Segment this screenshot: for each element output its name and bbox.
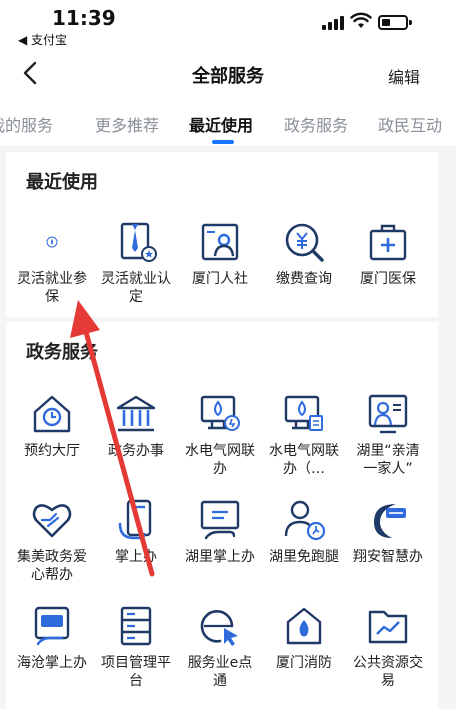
government-building-icon bbox=[114, 392, 158, 436]
status-bar: 11:39 ◀ 支付宝 bbox=[0, 0, 456, 50]
edit-button[interactable]: 编辑 bbox=[388, 64, 420, 88]
back-to-app-link[interactable]: ◀ 支付宝 bbox=[18, 31, 67, 48]
tab-recently-used[interactable]: 最近使用 bbox=[189, 112, 253, 136]
heart-hand-icon bbox=[30, 498, 74, 542]
service-label: 厦门人社 bbox=[192, 271, 248, 287]
service-item-jimei-help[interactable]: 集美政务爱心帮办 bbox=[10, 498, 94, 584]
fire-station-icon bbox=[282, 604, 326, 648]
service-item-huli-no-errands[interactable]: 湖里免跑腿 bbox=[262, 498, 346, 566]
service-label: 公共资源交易 bbox=[353, 655, 423, 689]
service-label: 预约大厅 bbox=[24, 443, 80, 459]
service-label: 灵活就业认定 bbox=[101, 271, 171, 305]
monitor-hand-icon bbox=[198, 498, 242, 542]
status-time: 11:39 bbox=[52, 6, 116, 30]
tab-more-recommended[interactable]: 更多推荐 bbox=[95, 112, 159, 136]
service-label: 项目管理平台 bbox=[101, 655, 171, 689]
service-label: 湖里免跑腿 bbox=[269, 549, 339, 565]
server-rack-icon bbox=[114, 604, 158, 648]
service-item-service-e-point[interactable]: 服务业e点通 bbox=[178, 604, 262, 690]
service-item-haicang-mobile[interactable]: 海沧掌上办 bbox=[10, 604, 94, 672]
battery-icon bbox=[378, 15, 412, 30]
service-label: 服务业e点通 bbox=[187, 655, 253, 689]
government-section: 政务服务 预约大厅 政务办事 水电气网联办 水电气网联办（… 湖里“亲清一家人”… bbox=[6, 322, 438, 709]
active-tab-indicator bbox=[212, 140, 234, 144]
tab-my-services[interactable]: 我的服务 bbox=[0, 112, 53, 136]
person-running-icon bbox=[282, 498, 326, 542]
service-item-xiamen-hr[interactable]: 厦门人社 bbox=[178, 220, 262, 288]
service-label: 灵活就业参保 bbox=[17, 271, 87, 305]
service-label: 集美政务爱心帮办 bbox=[17, 549, 87, 583]
service-label: 厦门消防 bbox=[276, 655, 332, 671]
service-item-appointment-hall[interactable]: 预约大厅 bbox=[10, 392, 94, 460]
service-item-huli-family[interactable]: 湖里“亲清一家人” bbox=[346, 392, 430, 478]
government-section-title: 政务服务 bbox=[26, 342, 98, 363]
service-item-public-resource-trading[interactable]: 公共资源交易 bbox=[346, 604, 430, 690]
service-label: 厦门医保 bbox=[360, 271, 416, 287]
service-label: 水电气网联办 bbox=[185, 443, 255, 477]
presenter-board-icon bbox=[366, 392, 410, 436]
pointer-click-icon bbox=[198, 604, 242, 648]
service-item-huli-mobile[interactable]: 湖里掌上办 bbox=[178, 498, 262, 566]
recent-section: 最近使用 灵活就业参保 灵活就业认定 厦门人社 缴费查询 厦门医保 bbox=[6, 152, 438, 317]
tie-badge-icon bbox=[114, 220, 158, 264]
service-label: 水电气网联办（… bbox=[269, 443, 339, 477]
service-label: 政务办事 bbox=[108, 443, 164, 459]
service-label: 湖里掌上办 bbox=[185, 549, 255, 565]
service-item-payment-query[interactable]: 缴费查询 bbox=[262, 220, 346, 288]
phone-hand-icon bbox=[114, 498, 158, 542]
service-item-xiamen-fire[interactable]: 厦门消防 bbox=[262, 604, 346, 672]
recent-section-title: 最近使用 bbox=[26, 172, 98, 193]
cellular-signal-icon bbox=[322, 14, 346, 30]
yuan-search-icon bbox=[282, 220, 326, 264]
tab-citizen-interaction[interactable]: 政民互动 bbox=[378, 112, 442, 136]
wifi-icon bbox=[350, 12, 372, 28]
drop-icon bbox=[30, 220, 74, 264]
nav-bar: 全部服务 编辑 bbox=[0, 50, 456, 98]
service-item-project-management[interactable]: 项目管理平台 bbox=[94, 604, 178, 690]
service-label: 海沧掌上办 bbox=[17, 655, 87, 671]
service-label: 湖里“亲清一家人” bbox=[356, 443, 420, 477]
service-label: 缴费查询 bbox=[276, 271, 332, 287]
service-item-mobile-office[interactable]: 掌上办 bbox=[94, 498, 178, 566]
service-item-utilities-joint-2[interactable]: 水电气网联办（… bbox=[262, 392, 346, 478]
category-tabs: 我的服务 更多推荐 最近使用 政务服务 政民互动 bbox=[0, 98, 456, 146]
service-item-government-affairs[interactable]: 政务办事 bbox=[94, 392, 178, 460]
service-item-utilities-joint[interactable]: 水电气网联办 bbox=[178, 392, 262, 478]
folder-chart-icon bbox=[366, 604, 410, 648]
service-item-xiamen-medical-insurance[interactable]: 厦门医保 bbox=[346, 220, 430, 288]
service-label: 翔安智慧办 bbox=[353, 549, 423, 565]
service-item-xiangan-smart[interactable]: 翔安智慧办 bbox=[346, 498, 430, 566]
service-item-flexible-insurance[interactable]: 灵活就业参保 bbox=[10, 220, 94, 306]
xiangan-logo-icon bbox=[366, 498, 410, 542]
house-clock-icon bbox=[30, 392, 74, 436]
utility-monitor-icon bbox=[282, 392, 326, 436]
haicang-tag-icon bbox=[30, 604, 74, 648]
service-label: 掌上办 bbox=[115, 549, 157, 565]
tab-government-services[interactable]: 政务服务 bbox=[284, 112, 348, 136]
utility-monitor-icon bbox=[198, 392, 242, 436]
id-card-icon bbox=[198, 220, 242, 264]
medkit-icon bbox=[366, 220, 410, 264]
service-item-flexible-identification[interactable]: 灵活就业认定 bbox=[94, 220, 178, 306]
